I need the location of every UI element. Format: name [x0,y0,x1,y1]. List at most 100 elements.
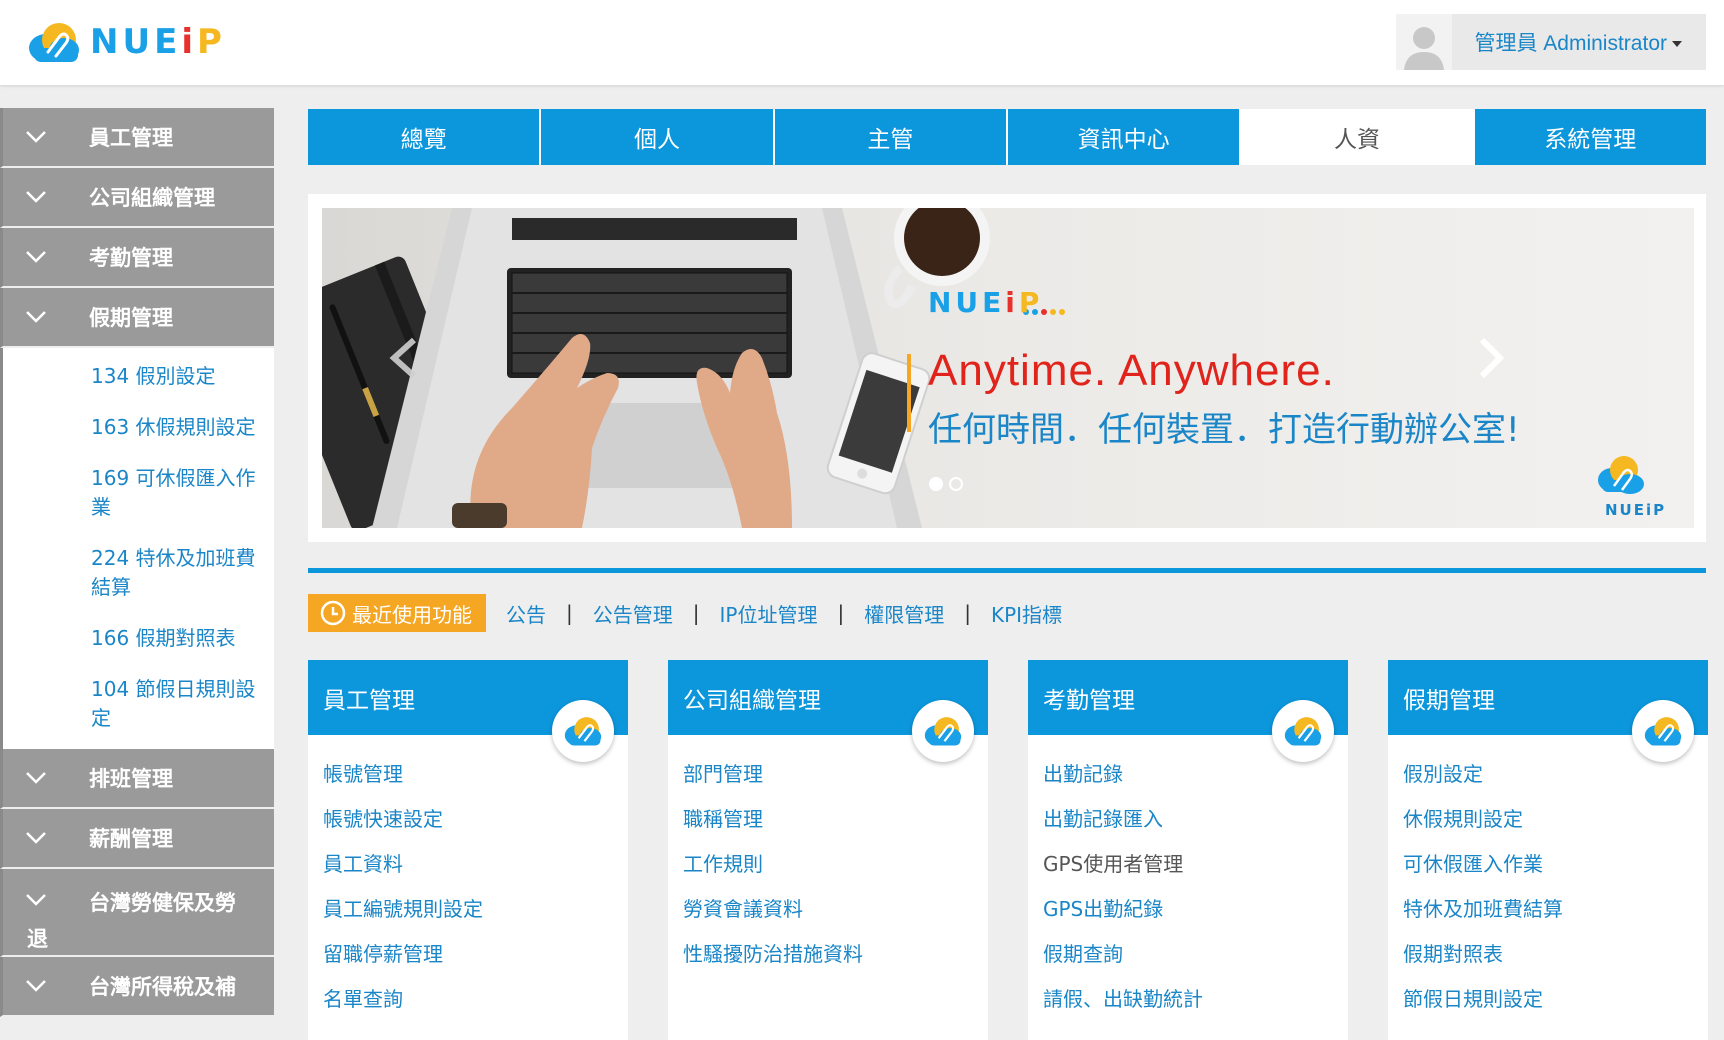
quick-link-announcement-mgmt[interactable]: 公告管理 [593,599,673,628]
sidebar-category[interactable]: 薪酬管理 [0,809,274,869]
tab-supervisor[interactable]: 主管 [774,109,1008,165]
card-link[interactable]: 職稱管理 [683,802,988,847]
tab-personal[interactable]: 個人 [541,109,775,165]
card-link[interactable]: 員工編號規則設定 [323,892,628,937]
tab-info-center[interactable]: 資訊中心 [1007,109,1242,165]
card-link[interactable]: 帳號管理 [323,757,628,802]
module-card: 假期管理 假別設定 休假規則設定 可休假匯入作業 特休及加班費結算 假期對照表 … [1388,660,1708,1040]
sidebar-category-label: 台灣勞健保及勞 [89,891,236,915]
card-link[interactable]: 帳號快速設定 [323,802,628,847]
quick-link-permission-mgmt[interactable]: 權限管理 [864,599,944,628]
banner-frame: NUEiP Anytime. Anywhere. 任何時間．任何裝置．打造行動辦… [308,194,1706,542]
sidebar-sub-item[interactable]: 166 假期對照表 [3,618,274,659]
card-link[interactable]: 名單查詢 [323,982,628,1027]
chevron-down-icon [25,979,49,993]
sidebar-category-label: 假期管理 [89,306,173,330]
card-link[interactable]: 請假、出缺勤統計 [1043,982,1348,1027]
sidebar-sub-item[interactable]: 224 特休及加班費 結算 [3,538,274,608]
recent-functions-button[interactable]: 最近使用功能 [308,594,486,632]
card-link[interactable]: 假別設定 [1403,757,1708,802]
card-logo-badge [1632,700,1694,762]
banner-carousel: NUEiP Anytime. Anywhere. 任何時間．任何裝置．打造行動辦… [322,208,1694,528]
quick-link-kpi[interactable]: KPI指標 [991,599,1062,628]
card-link[interactable]: 可休假匯入作業 [1403,847,1708,892]
top-header: NUEiP 管理員 Administrator [0,0,1724,85]
card-link[interactable]: GPS使用者管理 [1043,847,1348,892]
quick-link-ip-mgmt[interactable]: IP位址管理 [720,599,818,628]
sidebar-sub-item[interactable]: 169 可休假匯入作業 [3,458,274,528]
sidebar-sub-item[interactable]: 104 節假日規則設定 [3,669,274,739]
user-menu[interactable]: 管理員 Administrator [1396,14,1706,70]
sidebar-category[interactable]: 公司組織管理 [0,168,274,228]
nueip-logo[interactable]: NUEiP [26,20,226,64]
cloud-logo-icon [564,717,602,746]
quick-links: 最近使用功能 公告 | 公告管理 | IP位址管理 | 權限管理 | KPI指標 [308,594,1062,632]
separator: | [692,601,700,625]
card-link[interactable]: 員工資料 [323,847,628,892]
sidebar-submenu: 134 假別設定 163 休假規則設定 169 可休假匯入作業 224 特休及加… [0,348,274,749]
sidebar-category-label: 考勤管理 [89,246,173,270]
tab-hr[interactable]: 人資 [1241,109,1475,165]
banner-corner-logo-text: NUEiP [1605,501,1667,519]
logo-text: NUEiP [90,22,226,62]
card-link[interactable]: 出勤記錄 [1043,757,1348,802]
chevron-down-icon [25,893,49,907]
sidebar-category-label: 公司組織管理 [89,186,215,210]
sidebar-category-label: 台灣所得稅及補 [89,975,236,999]
sidebar-category[interactable]: 考勤管理 [0,228,274,288]
cloud-logo-icon [924,717,962,746]
sidebar-sub-item[interactable]: 163 休假規則設定 [3,407,274,448]
separator: | [566,601,573,625]
sidebar-category-label: 薪酬管理 [89,827,173,851]
user-name[interactable]: 管理員 Administrator [1452,27,1706,57]
chevron-down-icon [25,831,49,845]
card-link[interactable]: 性騷擾防治措施資料 [683,937,988,982]
sidebar-category[interactable]: 假期管理 [0,288,274,348]
sidebar-category-label: 員工管理 [89,126,173,150]
card-link[interactable]: 出勤記錄匯入 [1043,802,1348,847]
tab-overview[interactable]: 總覽 [308,109,542,165]
card-logo-badge [1272,700,1334,762]
card-link[interactable]: 休假規則設定 [1403,802,1708,847]
card-link[interactable]: 工作規則 [683,847,988,892]
sidebar-category-label-wrap: 退 [27,927,48,951]
chevron-down-icon [25,190,49,204]
sidebar-category-label: 排班管理 [89,767,173,791]
module-card: 員工管理 帳號管理 帳號快速設定 員工資料 員工編號規則設定 留職停薪管理 名單… [308,660,628,1040]
module-card: 考勤管理 出勤記錄 出勤記錄匯入 GPS使用者管理 GPS出勤紀錄 假期查詢 請… [1028,660,1348,1040]
cloud-logo-icon [29,23,79,62]
banner-brand: NUEiP [928,286,1044,319]
chevron-down-icon [25,771,49,785]
quick-link-announcement[interactable]: 公告 [506,599,546,628]
sidebar-category[interactable]: 台灣勞健保及勞 退 [0,869,274,957]
sidebar: 員工管理 公司組織管理 考勤管理 假期管理 134 假別設定 163 休假規則設… [0,108,274,1031]
banner-subline: 任何時間．任何裝置．打造行動辦公室! [928,410,1520,450]
user-icon [1404,27,1445,70]
section-divider [308,568,1706,573]
card-link[interactable]: GPS出勤紀錄 [1043,892,1348,937]
chevron-down-icon [25,130,49,144]
caret-down-icon [1672,41,1682,48]
sidebar-sub-item[interactable]: 134 假別設定 [3,356,274,397]
card-link[interactable]: 留職停薪管理 [323,937,628,982]
separator: | [837,601,845,625]
chevron-down-icon [25,310,49,324]
sidebar-category[interactable]: 台灣所得稅及補 [0,957,274,1017]
card-logo-badge [552,700,614,762]
separator: | [964,601,971,625]
tab-system[interactable]: 系統管理 [1474,109,1706,165]
avatar [1396,14,1453,70]
card-logo-badge [912,700,974,762]
sidebar-category[interactable]: 排班管理 [0,749,274,809]
card-link[interactable]: 部門管理 [683,757,988,802]
cloud-logo-icon [1284,717,1322,746]
banner-headline: Anytime. Anywhere. [928,346,1335,395]
main-tabs: 總覽 個人 主管 資訊中心 人資 系統管理 [308,109,1706,165]
card-link[interactable]: 特休及加班費結算 [1403,892,1708,937]
card-link[interactable]: 假期查詢 [1043,937,1348,982]
card-link[interactable]: 勞資會議資料 [683,892,988,937]
card-link[interactable]: 節假日規則設定 [1403,982,1708,1027]
cloud-logo-icon [1644,717,1682,746]
card-link[interactable]: 假期對照表 [1403,937,1708,982]
sidebar-category[interactable]: 員工管理 [0,108,274,168]
